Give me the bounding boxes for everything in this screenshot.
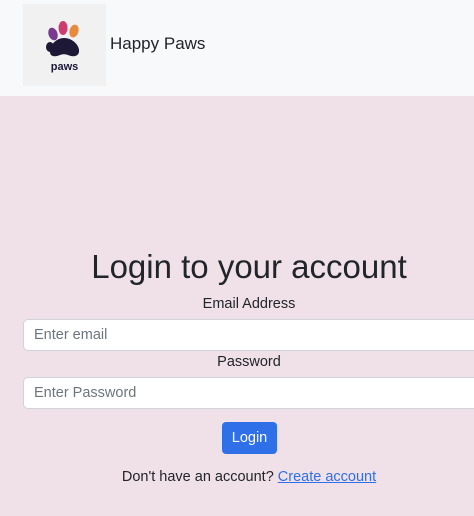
logo-text: paws bbox=[51, 61, 79, 73]
password-input[interactable] bbox=[23, 377, 474, 409]
email-label: Email Address bbox=[202, 296, 296, 312]
signup-prompt-text: Don't have an account? bbox=[121, 469, 274, 485]
navbar: paws Happy Paws bbox=[0, 0, 474, 96]
brand-logo[interactable]: paws bbox=[23, 4, 106, 86]
page-title: Login to your account bbox=[91, 248, 407, 285]
create-account-link[interactable]: Create account bbox=[278, 469, 376, 485]
signup-prompt: Don't have an account? Create account bbox=[0, 469, 474, 485]
login-button[interactable]: Login bbox=[222, 422, 277, 454]
email-input[interactable] bbox=[23, 319, 474, 351]
paw-logo-icon: paws bbox=[46, 21, 80, 73]
brand-name[interactable]: Happy Paws bbox=[110, 34, 205, 54]
password-label: Password bbox=[217, 354, 281, 370]
